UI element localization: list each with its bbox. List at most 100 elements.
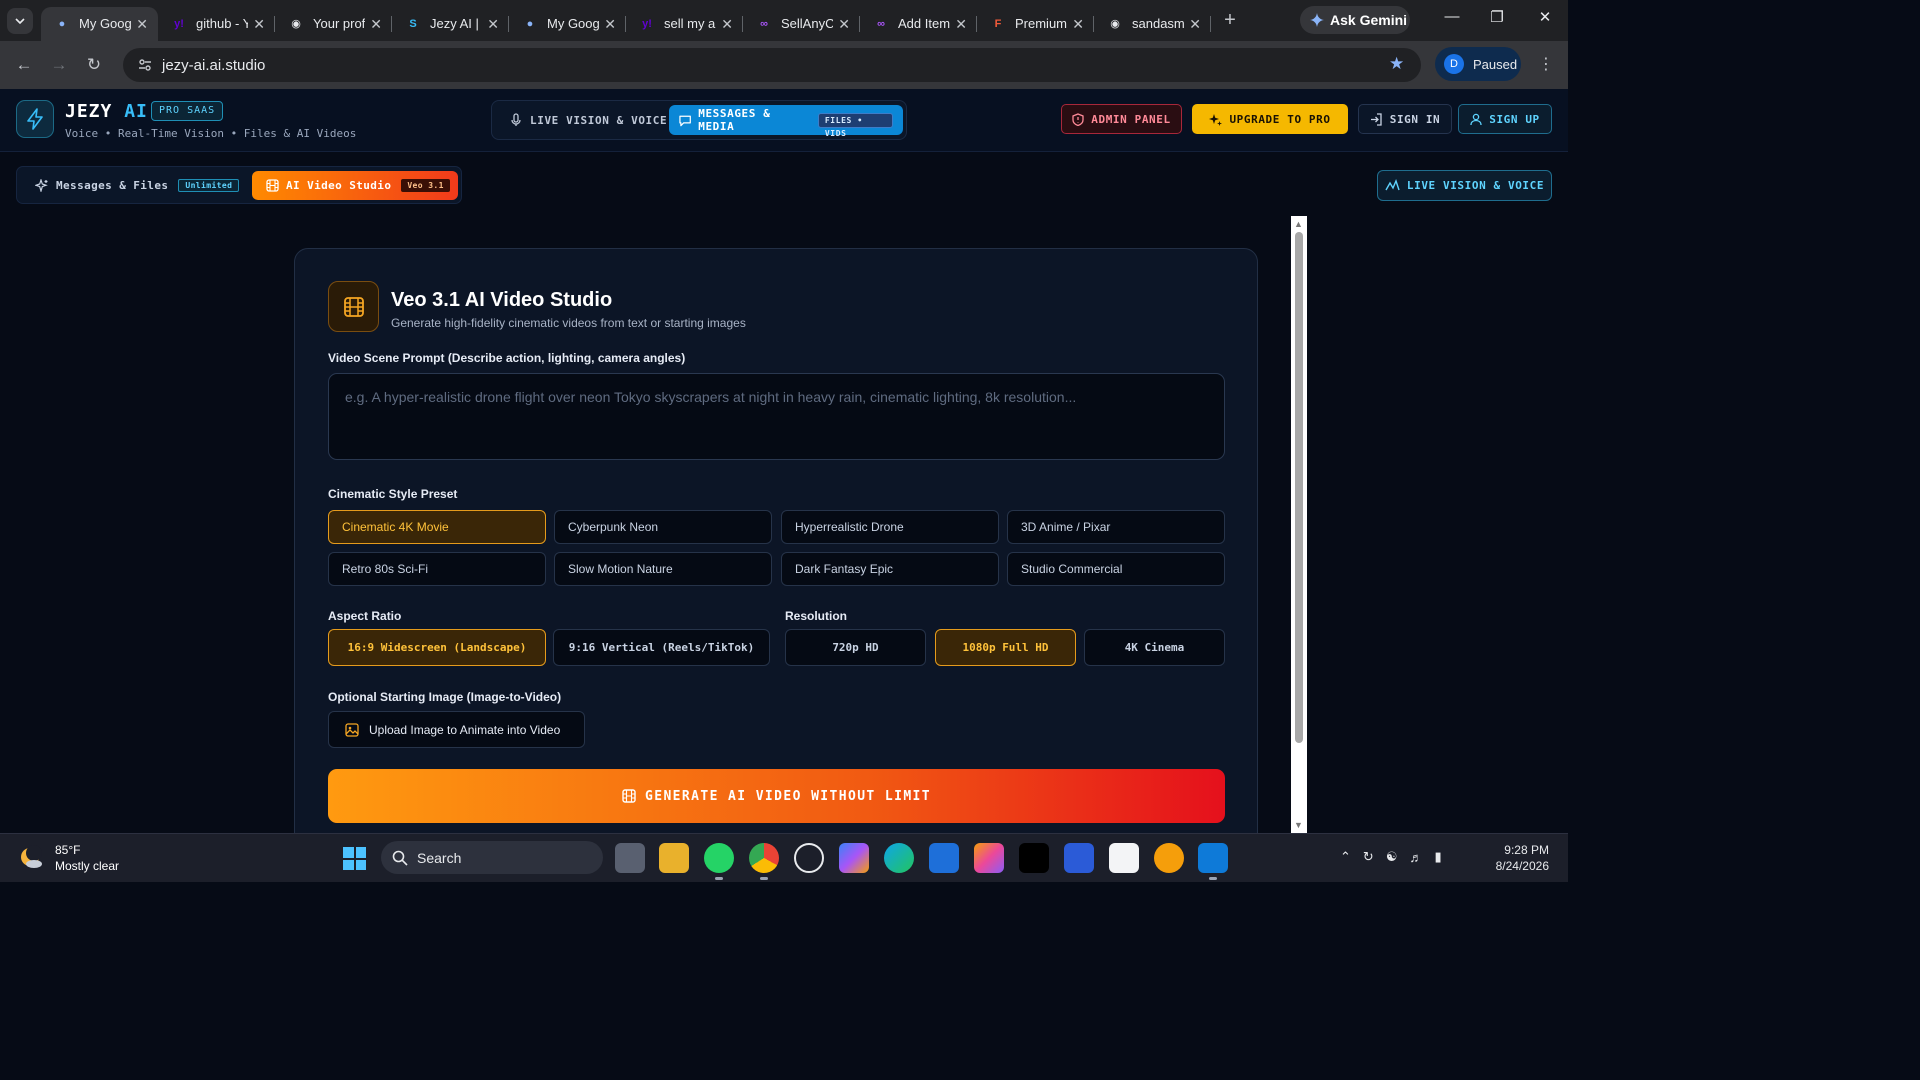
tab-ai-video-studio[interactable]: AI Video Studio Veo 3.1 (252, 171, 458, 200)
resolution-1080p-button[interactable]: 1080p Full HD (935, 629, 1076, 666)
profile-status: Paused (1473, 56, 1518, 72)
browser-tab[interactable]: ◉ Your profile ✕ (275, 7, 392, 41)
close-tab-icon[interactable]: ✕ (955, 16, 967, 33)
tiktok-icon[interactable] (1019, 843, 1049, 873)
page-scrollbar[interactable]: ▲ ▼ (1291, 216, 1307, 833)
style-preset-cinematic-4k[interactable]: Cinematic 4K Movie (328, 510, 546, 544)
close-tab-icon[interactable]: ✕ (721, 16, 733, 33)
close-tab-icon[interactable]: ✕ (253, 16, 265, 33)
profile-button[interactable]: D Paused (1435, 47, 1521, 81)
mode-live-vision-voice[interactable]: LIVE VISION & VOICE (500, 105, 677, 135)
page-title: Veo 3.1 AI Video Studio (391, 289, 613, 311)
chatgpt-icon[interactable] (794, 843, 824, 873)
scrollbar-thumb[interactable] (1295, 232, 1303, 743)
close-tab-icon[interactable]: ✕ (487, 16, 499, 33)
tab-messages-files[interactable]: Messages & Files Unlimited (21, 171, 247, 200)
unlimited-badge: Unlimited (178, 179, 240, 192)
battery-icon[interactable]: ▮ (1434, 849, 1441, 865)
chat-icon (679, 115, 691, 126)
upgrade-to-pro-button[interactable]: UPGRADE TO PRO (1192, 104, 1348, 134)
browser-tab[interactable]: S Jezy AI | Pro ✕ (392, 7, 509, 41)
microsoft-store-icon[interactable] (1109, 843, 1139, 873)
back-arrow-icon[interactable]: ← (13, 55, 35, 75)
github-icon: ◉ (1110, 18, 1120, 30)
live-vision-voice-button[interactable]: LIVE VISION & VOICE (1377, 170, 1552, 201)
clock-date: 8/24/2026 (1495, 859, 1549, 873)
chrome-icon[interactable] (749, 843, 779, 880)
vscode-icon[interactable] (1198, 843, 1228, 880)
reload-icon[interactable]: ↻ (83, 55, 105, 75)
instagram-icon[interactable] (974, 843, 1004, 873)
style-preset-hyperrealistic-drone[interactable]: Hyperrealistic Drone (781, 510, 999, 544)
style-preset-3d-anime-pixar[interactable]: 3D Anime / Pixar (1007, 510, 1225, 544)
whatsapp-icon[interactable] (704, 843, 734, 880)
task-view-icon[interactable] (615, 843, 645, 873)
file-explorer-icon[interactable] (659, 843, 689, 873)
weather-widget[interactable]: 85°F Mostly clear (18, 842, 119, 874)
browser-tab[interactable]: ● My Google ✕ (41, 6, 158, 41)
globe-icon: ● (526, 17, 534, 30)
browser-tab[interactable]: y! sell my app ✕ (626, 7, 743, 41)
upload-image-button[interactable]: Upload Image to Animate into Video (328, 711, 585, 748)
minimize-button[interactable]: — (1437, 8, 1467, 25)
resolution-label: Resolution (785, 609, 847, 623)
generate-video-button[interactable]: GENERATE AI VIDEO WITHOUT LIMIT (328, 769, 1225, 823)
outlook-icon[interactable] (929, 843, 959, 873)
windows-start-icon[interactable] (343, 847, 366, 870)
mode-messages-media[interactable]: MESSAGES & MEDIA FILES • VIDS (669, 105, 903, 138)
close-tab-icon[interactable]: ✕ (1189, 16, 1201, 33)
close-tab-icon[interactable]: ✕ (370, 16, 382, 33)
restore-button[interactable]: ❐ (1482, 8, 1512, 26)
taskbar-search[interactable]: Search (381, 841, 603, 874)
browser-tab[interactable]: ∞ Add Item ✕ (860, 7, 977, 41)
style-preset-slow-motion-nature[interactable]: Slow Motion Nature (554, 552, 772, 586)
address-bar[interactable]: jezy-ai.ai.studio (123, 48, 1421, 82)
browser-tab[interactable]: F Premium ✕ (977, 7, 1094, 41)
f-icon: F (994, 17, 1002, 30)
yahoo-icon: y! (174, 17, 184, 30)
aspect-16-9-button[interactable]: 16:9 Widescreen (Landscape) (328, 629, 546, 666)
ask-gemini-button[interactable]: Ask Gemini (1300, 6, 1410, 34)
sign-in-button[interactable]: SIGN IN (1358, 104, 1452, 134)
close-window-button[interactable]: ✕ (1530, 8, 1560, 26)
chevron-up-icon[interactable]: ⌃ (1340, 849, 1351, 865)
video-prompt-input[interactable] (328, 373, 1225, 460)
new-tab-button[interactable]: + (1215, 9, 1245, 32)
sync-icon[interactable]: ↻ (1363, 849, 1374, 865)
vpn-icon[interactable] (1154, 843, 1184, 873)
volume-icon[interactable]: ♬ (1409, 850, 1422, 865)
scroll-up-arrow-icon[interactable]: ▲ (1294, 219, 1303, 229)
browser-tab[interactable]: ● My Google ✕ (509, 7, 626, 41)
close-tab-icon[interactable]: ✕ (838, 16, 850, 33)
style-preset-studio-commercial[interactable]: Studio Commercial (1007, 552, 1225, 586)
sign-up-button[interactable]: SIGN UP (1458, 104, 1552, 134)
sub-navigation: Messages & Files Unlimited AI Video Stud… (0, 153, 1568, 216)
scroll-down-arrow-icon[interactable]: ▼ (1294, 820, 1303, 830)
app-icon[interactable] (1064, 843, 1094, 873)
resolution-720p-button[interactable]: 720p HD (785, 629, 926, 666)
copilot-icon[interactable] (839, 843, 869, 873)
aspect-9-16-button[interactable]: 9:16 Vertical (Reels/TikTok) (553, 629, 770, 666)
browser-tab-strip: ● My Google ✕ y! github - Yahoo ✕ ◉ Your profil… (0, 0, 1568, 41)
browser-tab[interactable]: y! github - Yahoo ✕ (158, 7, 275, 41)
close-tab-icon[interactable]: ✕ (604, 16, 616, 33)
close-tab-icon[interactable]: ✕ (136, 16, 148, 33)
site-info-icon[interactable] (137, 57, 153, 73)
clock[interactable]: 9:28 PM 8/24/2026 (1488, 842, 1549, 874)
admin-panel-button[interactable]: ADMIN PANEL (1061, 104, 1182, 134)
forward-arrow-icon[interactable]: → (48, 55, 70, 75)
browser-tab[interactable]: ∞ SellAnyCode ✕ (743, 7, 860, 41)
resolution-4k-button[interactable]: 4K Cinema (1084, 629, 1225, 666)
style-preset-retro-80s[interactable]: Retro 80s Sci-Fi (328, 552, 546, 586)
edge-icon[interactable] (884, 843, 914, 873)
browser-tab[interactable]: ◉ sandasm ✕ (1094, 7, 1211, 41)
style-preset-dark-fantasy[interactable]: Dark Fantasy Epic (781, 552, 999, 586)
tab-search-chevron-icon[interactable] (7, 7, 33, 34)
gemini-icon (1310, 13, 1324, 27)
wifi-icon[interactable]: ☯ (1386, 849, 1398, 865)
close-tab-icon[interactable]: ✕ (1072, 16, 1084, 33)
style-preset-cyberpunk-neon[interactable]: Cyberpunk Neon (554, 510, 772, 544)
bookmark-star-icon[interactable]: ★ (1389, 54, 1404, 74)
sellany-icon: ∞ (877, 17, 885, 30)
more-menu-icon[interactable]: ⋮ (1538, 54, 1554, 74)
